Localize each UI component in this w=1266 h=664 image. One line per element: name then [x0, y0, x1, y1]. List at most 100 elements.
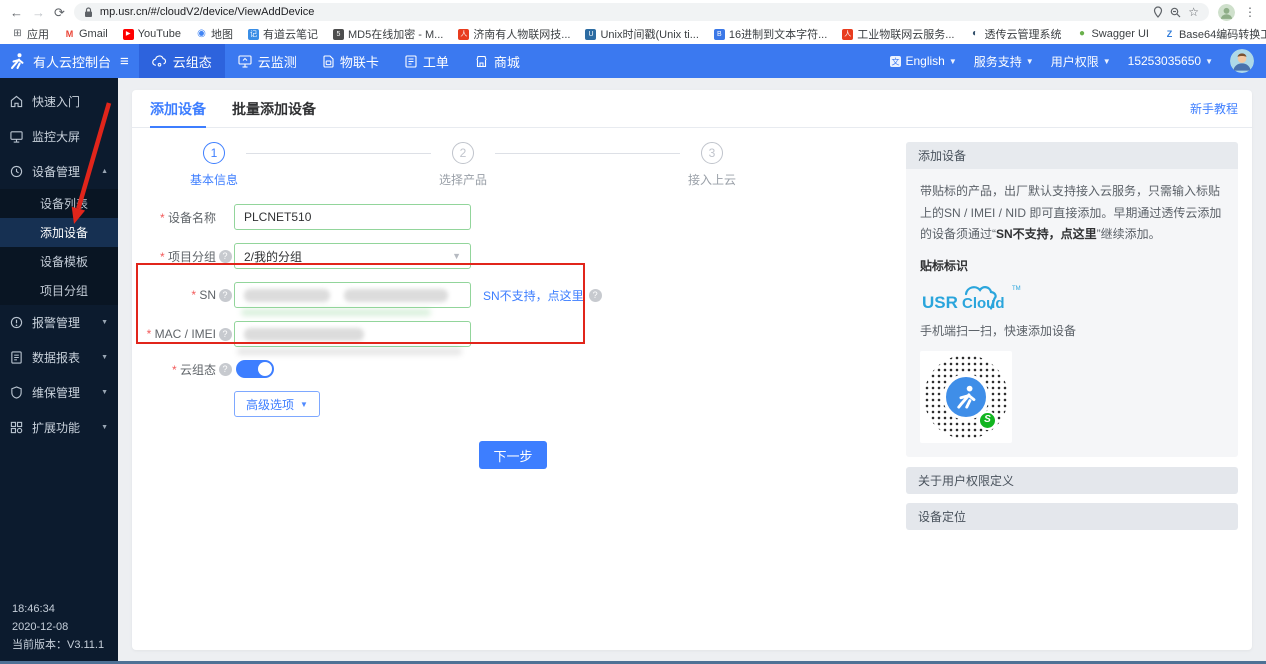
sidebar-item-extensions[interactable]: 扩展功能 ▼: [0, 410, 118, 445]
sidebar-item-monitor-screen[interactable]: 监控大屏: [0, 119, 118, 154]
redacted-sn-value: [244, 289, 330, 302]
bookmark-usr-tech[interactable]: 人济南有人物联网技...: [458, 26, 570, 42]
svg-text:Cloud: Cloud: [962, 295, 1005, 312]
help-icon[interactable]: ?: [219, 250, 232, 263]
chevron-down-icon: ▼: [101, 319, 108, 326]
help-section-add-device: 添加设备 带贴标的产品，出厂默认支持接入云服务，只需输入标贴上的SN / IME…: [906, 142, 1238, 457]
sidebar-item-maintenance[interactable]: 维保管理 ▼: [0, 375, 118, 410]
nav-work-order[interactable]: 工单: [392, 44, 462, 78]
sidebar-item-data-report[interactable]: 数据报表 ▼: [0, 340, 118, 375]
alarm-icon: [10, 316, 23, 329]
help-icon[interactable]: ?: [589, 289, 602, 302]
sn-not-supported-link[interactable]: SN不支持，点这里 ?: [483, 287, 602, 304]
nav-cloud-scada[interactable]: 云组态: [139, 44, 225, 78]
help-icon[interactable]: ?: [219, 328, 232, 341]
advanced-options-button[interactable]: 高级选项 ▼: [234, 391, 320, 417]
bookmark-youdao[interactable]: 记有道云笔记: [248, 26, 318, 42]
tutorial-link[interactable]: 新手教程: [1190, 100, 1238, 117]
next-step-button[interactable]: 下一步: [479, 441, 546, 469]
project-group-label: 项目分组: [132, 248, 216, 265]
bookmark-gmail[interactable]: MGmail: [64, 28, 108, 40]
nav-cloud-monitor[interactable]: 云监测: [225, 44, 310, 78]
lock-icon[interactable]: [84, 7, 93, 18]
step-connector: [246, 153, 431, 154]
project-group-row: 项目分组 ? 2/我的分组▼: [132, 243, 894, 269]
bookmark-hex-text[interactable]: B16进制到文本字符...: [714, 26, 827, 42]
md5-icon: 5: [333, 29, 344, 40]
sn-row: SN ? SN不支持，点这里 ?: [132, 282, 894, 308]
sidebar-item-device-list[interactable]: 设备列表: [0, 189, 118, 218]
user-avatar[interactable]: [1230, 49, 1254, 73]
support-dropdown[interactable]: 服务支持▼: [974, 53, 1034, 70]
version-label: 当前版本：V3.11.1: [12, 636, 106, 654]
url-text[interactable]: mp.usr.cn/#/cloudV2/device/ViewAddDevice: [100, 6, 1146, 18]
sidebar-item-add-device[interactable]: 添加设备: [0, 218, 118, 247]
project-group-select[interactable]: 2/我的分组▼: [234, 243, 471, 269]
browser-menu-icon[interactable]: ⋮: [1244, 5, 1256, 19]
gmail-icon: M: [64, 29, 75, 40]
refresh-icon[interactable]: ⟳: [54, 6, 65, 19]
bookmark-star-icon[interactable]: ☆: [1188, 5, 1199, 19]
bookmark-base64[interactable]: ZBase64编码转换工...: [1164, 26, 1266, 42]
step-connect-cloud: 3 接入上云: [680, 142, 744, 188]
sn-input[interactable]: [234, 282, 471, 308]
zoom-icon[interactable]: [1170, 7, 1181, 18]
sidebar-item-project-group[interactable]: 项目分组: [0, 276, 118, 305]
bookmark-md5[interactable]: 5MD5在线加密 - M...: [333, 26, 443, 42]
chevron-down-icon: ▼: [101, 354, 108, 361]
tab-batch-add-device[interactable]: 批量添加设备: [232, 90, 316, 127]
nav-iot-card[interactable]: 物联卡: [310, 44, 392, 78]
apps-grid-icon: ⊞: [12, 29, 23, 40]
menu-collapse-icon[interactable]: ≡: [120, 54, 129, 69]
bookmark-passthrough-cloud[interactable]: ◐透传云管理系统: [969, 26, 1061, 42]
sidebar-item-alarm-management[interactable]: 报警管理 ▼: [0, 305, 118, 340]
browser-profile-avatar[interactable]: [1218, 4, 1235, 21]
sn-label: SN: [132, 288, 216, 302]
hex-icon: B: [714, 29, 725, 40]
location-pin-icon[interactable]: [1153, 6, 1163, 18]
bookmark-apps[interactable]: ⊞应用: [12, 26, 49, 42]
account-dropdown[interactable]: 15253035650▼: [1128, 54, 1213, 68]
help-section-device-location[interactable]: 设备定位: [906, 503, 1238, 530]
nav-mall[interactable]: 商城: [462, 44, 533, 78]
step-basic-info: 1 基本信息: [182, 142, 246, 188]
bookmark-youtube[interactable]: ▶YouTube: [123, 28, 181, 40]
permission-dropdown[interactable]: 用户权限▼: [1051, 53, 1111, 70]
clock-date: 2020-12-08: [12, 618, 106, 636]
bookmark-swagger[interactable]: ●Swagger UI: [1076, 28, 1148, 40]
address-bar[interactable]: mp.usr.cn/#/cloudV2/device/ViewAddDevice…: [74, 3, 1209, 21]
sidebar-item-device-template[interactable]: 设备模板: [0, 247, 118, 276]
card-content: 1 基本信息 2 选择产品 3 接入上云: [132, 128, 1252, 650]
device-name-input[interactable]: PLCNET510: [234, 204, 471, 230]
scan-tip: 手机端扫一扫，快速添加设备: [920, 321, 1224, 343]
svg-text:USR: USR: [922, 293, 958, 312]
bookmark-iiot-cloud[interactable]: 人工业物联网云服务...: [842, 26, 954, 42]
chevron-up-icon: ▲: [101, 168, 108, 175]
mini-program-qr-code: S: [920, 351, 1012, 443]
help-icon[interactable]: ?: [219, 289, 232, 302]
cloud-scada-toggle[interactable]: [236, 360, 274, 378]
step-connector: [495, 153, 680, 154]
big-screen-icon: [10, 130, 23, 143]
bookmark-maps[interactable]: ◉地图: [196, 26, 233, 42]
sidebar-item-quick-start[interactable]: 快速入门: [0, 84, 118, 119]
add-device-form: 设备名称 PLCNET510 项目分组 ? 2/我的分组▼ SN ?: [132, 204, 894, 469]
help-icon[interactable]: ?: [219, 363, 232, 376]
content-card: 添加设备 批量添加设备 新手教程 1 基本信息 2 选择产: [132, 90, 1252, 650]
cloud-icon: [152, 55, 167, 67]
back-icon[interactable]: ←: [10, 6, 23, 19]
redacted-sn-value: [344, 289, 448, 302]
forward-icon[interactable]: →: [32, 6, 45, 19]
language-dropdown[interactable]: 文 English▼: [889, 54, 957, 68]
usr-logo-icon: [8, 52, 26, 70]
help-section-permissions[interactable]: 关于用户权限定义: [906, 467, 1238, 494]
chevron-down-icon: ▼: [1103, 57, 1111, 66]
sidebar-item-device-management[interactable]: 设备管理 ▲: [0, 154, 118, 189]
iiot-icon: 人: [842, 29, 853, 40]
bookmark-unix-time[interactable]: UUnix时间戳(Unix ti...: [585, 26, 698, 42]
report-icon: [10, 351, 23, 364]
redacted-mac-value: [244, 328, 364, 341]
tab-add-device[interactable]: 添加设备: [150, 90, 206, 127]
mac-imei-input[interactable]: [234, 321, 471, 347]
apps-grid-icon: [10, 421, 23, 434]
